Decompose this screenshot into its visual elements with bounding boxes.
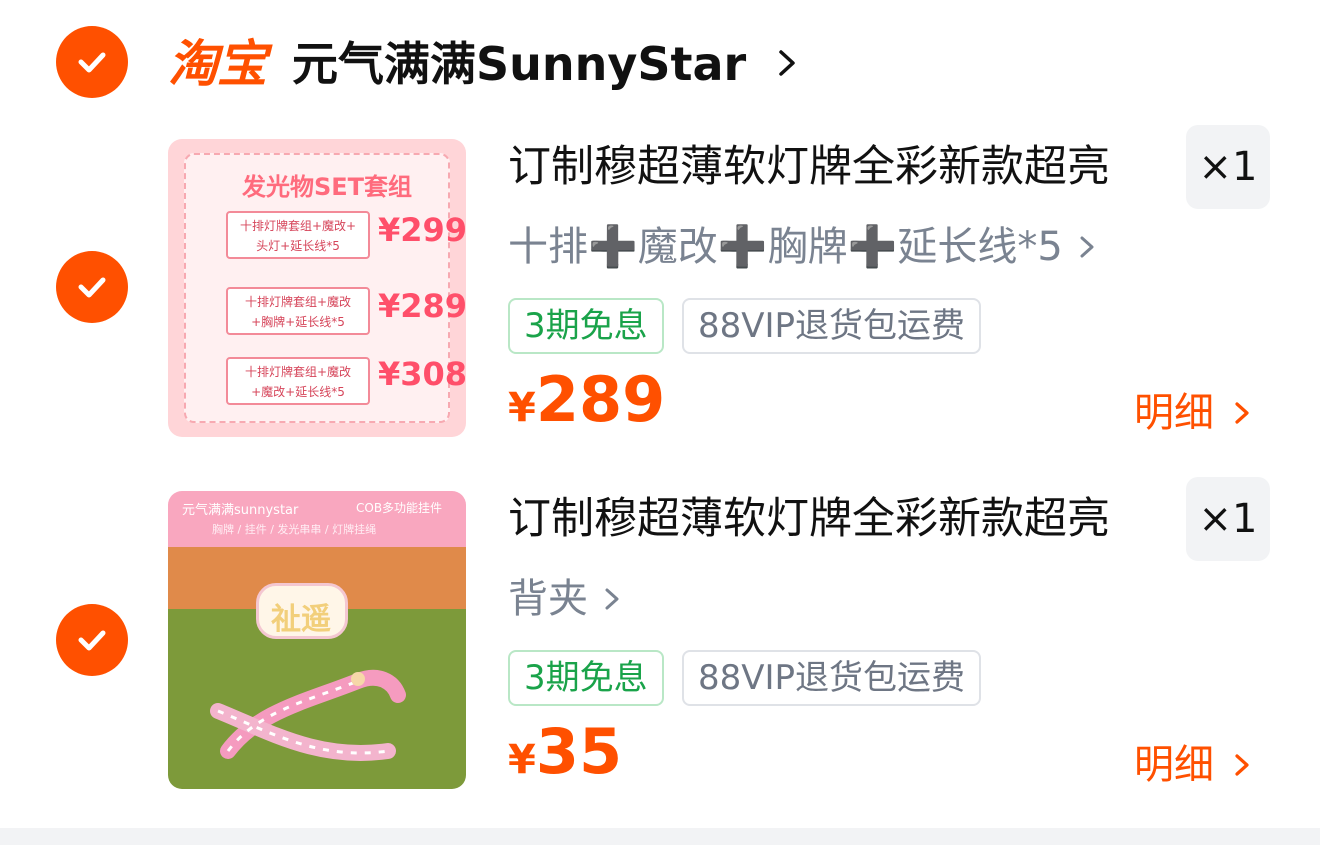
thumbnail-brand: 元气满满sunnystar	[182, 503, 299, 518]
thumbnail-option-box: 十排灯牌套组+魔改+ 头灯+延长线*5	[226, 211, 370, 259]
thumbnail-banner: 元气满满sunnystar COB多功能挂件 胸牌 / 挂件 / 发光串串 / …	[168, 491, 466, 547]
thumbnail-option-box: 十排灯牌套组+魔改 +魔改+延长线*5	[226, 357, 370, 405]
thumbnail-option-text: +胸牌+延长线*5	[251, 315, 345, 329]
product-title[interactable]: 订制穆超薄软灯牌全彩新款超亮	[508, 491, 1110, 547]
chevron-right-icon	[605, 588, 619, 610]
quantity-stepper[interactable]: ×1	[1186, 125, 1270, 209]
chevron-right-icon	[1080, 236, 1094, 258]
item-price: ¥35	[508, 715, 622, 788]
sku-selector[interactable]: 十排➕魔改➕胸牌➕延长线*5	[508, 221, 1097, 273]
thumbnail-option-box: 十排灯牌套组+魔改 +胸牌+延长线*5	[226, 287, 370, 335]
currency-symbol: ¥	[508, 385, 536, 431]
bottom-divider	[0, 828, 1320, 845]
return-shipping-tag: 88VIP退货包运费	[682, 298, 982, 354]
check-icon	[78, 277, 106, 298]
check-icon	[78, 630, 106, 651]
item-select-checkbox[interactable]	[56, 251, 128, 323]
item-select-checkbox[interactable]	[56, 604, 128, 676]
detail-label: 明细	[1134, 390, 1214, 436]
shop-select-checkbox[interactable]	[56, 26, 128, 98]
cart-item: 元气满满sunnystar COB多功能挂件 胸牌 / 挂件 / 发光串串 / …	[0, 477, 1320, 797]
taobao-logo: 淘宝	[168, 35, 267, 93]
detail-label: 明细	[1134, 742, 1214, 788]
sku-selector[interactable]: 背夹	[508, 573, 622, 625]
chevron-right-icon	[1235, 402, 1249, 424]
thumbnail-option-text: 十排灯牌套组+魔改	[244, 365, 352, 379]
thumbnail-option-price: ¥299	[378, 211, 466, 249]
chevron-right-icon[interactable]	[772, 46, 802, 80]
product-title[interactable]: 订制穆超薄软灯牌全彩新款超亮	[508, 139, 1110, 195]
installment-tag: 3期免息	[508, 298, 664, 354]
thumbnail-heading: 发光物SET套组	[242, 173, 413, 201]
quantity-stepper[interactable]: ×1	[1186, 477, 1270, 561]
braided-lanyard-illustration	[210, 669, 406, 761]
thumbnail-option-text: 十排灯牌套组+魔改+	[239, 219, 357, 233]
price-value: 35	[535, 715, 623, 788]
product-thumbnail[interactable]: 元气满满sunnystar COB多功能挂件 胸牌 / 挂件 / 发光串串 / …	[168, 491, 466, 789]
chevron-right-icon	[1235, 754, 1249, 776]
thumbnail-sign: 祉遥	[256, 583, 348, 639]
thumbnail-subtitle: COB多功能挂件	[356, 501, 443, 515]
currency-symbol: ¥	[508, 737, 536, 783]
thumbnail-option-price: ¥289	[378, 287, 466, 325]
thumbnail-option-text: 头灯+延长线*5	[256, 239, 340, 253]
price-value: 289	[535, 363, 666, 436]
sku-label: 十排➕魔改➕胸牌➕延长线*5	[508, 224, 1063, 270]
price-detail-link[interactable]: 明细	[1134, 387, 1252, 439]
thumbnail-sign-text: 祉遥	[271, 602, 331, 637]
cart-item: 发光物SET套组 十排灯牌套组+魔改+ 头灯+延长线*5 ¥299 十排灯牌套组…	[0, 125, 1320, 445]
shop-name-link[interactable]: 元气满满SunnyStar	[292, 34, 746, 94]
shop-header: 淘宝 元气满满SunnyStar	[0, 0, 1320, 125]
check-icon	[78, 52, 106, 73]
installment-tag: 3期免息	[508, 650, 664, 706]
sku-label: 背夹	[508, 576, 588, 622]
thumbnail-option-text: +魔改+延长线*5	[251, 385, 345, 399]
thumbnail-categories: 胸牌 / 挂件 / 发光串串 / 灯牌挂绳	[212, 523, 377, 536]
return-shipping-tag: 88VIP退货包运费	[682, 650, 982, 706]
thumbnail-option-text: 十排灯牌套组+魔改	[244, 295, 352, 309]
cart-page: 淘宝 元气满满SunnyStar 发光物SET套组 十排灯牌套组+魔改+ 头灯+…	[0, 0, 1320, 845]
item-price: ¥289	[508, 363, 665, 436]
price-detail-link[interactable]: 明细	[1134, 739, 1252, 791]
thumbnail-card: 发光物SET套组 十排灯牌套组+魔改+ 头灯+延长线*5 ¥299 十排灯牌套组…	[184, 153, 466, 423]
thumbnail-option-price: ¥308	[378, 355, 466, 393]
product-thumbnail[interactable]: 发光物SET套组 十排灯牌套组+魔改+ 头灯+延长线*5 ¥299 十排灯牌套组…	[168, 139, 466, 437]
